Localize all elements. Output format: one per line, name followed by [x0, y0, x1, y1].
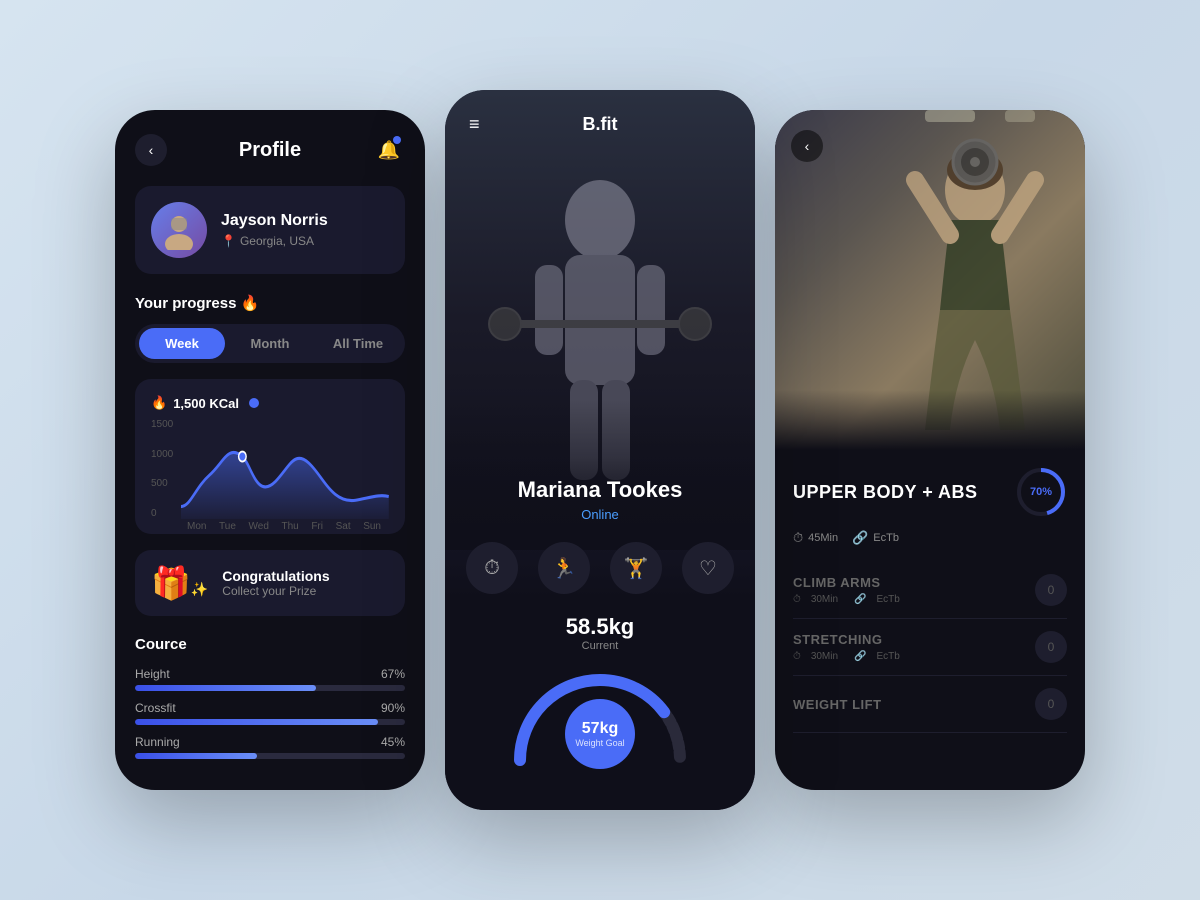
course-crossfit: Crossfit 90%: [135, 701, 405, 725]
exercise-climb-arms-meta: ⏱ 30Min 🔗 EcTb: [793, 594, 900, 605]
chart-svg: [181, 419, 389, 519]
notification-button[interactable]: 🔔: [373, 134, 405, 166]
chart-x-labels: Mon Tue Wed Thu Fri Sat Sun: [179, 521, 389, 532]
course-section: Cource Height 67% Crossfit 90% Running 4…: [135, 636, 405, 759]
exercise-weight-lift-name: WEIGHT LIFT: [793, 697, 882, 712]
tab-month[interactable]: Month: [227, 328, 313, 359]
congrats-info: Congratulations Collect your Prize: [222, 568, 329, 598]
goal-weight-value: 57kg: [582, 720, 618, 738]
flame-icon: 🔥: [151, 395, 167, 411]
progress-title: Your progress 🔥: [135, 294, 405, 312]
right-phone: ‹ UPPER BODY + ABS 70% ⏱ 45Min: [775, 110, 1085, 790]
profile-info: Jayson Norris 📍 Georgia, USA: [221, 212, 328, 248]
y-label-1000: 1000: [151, 449, 173, 460]
stretching-count: 0: [1035, 631, 1067, 663]
congrats-title: Congratulations: [222, 568, 329, 584]
menu-icon[interactable]: ≡: [469, 114, 480, 135]
workout-title: UPPER BODY + ABS: [793, 482, 978, 503]
heart-icon-btn[interactable]: ♡: [682, 542, 734, 594]
trainer-name: Mariana Tookes: [465, 477, 735, 503]
y-label-1500: 1500: [151, 419, 173, 430]
y-label-0: 0: [151, 508, 173, 519]
tab-group: Week Month All Time: [135, 324, 405, 363]
congrats-subtitle: Collect your Prize: [222, 584, 329, 598]
right-hero: ‹: [775, 110, 1085, 450]
profile-card: Jayson Norris 📍 Georgia, USA: [135, 186, 405, 274]
center-header: ≡ B.fit: [445, 114, 755, 135]
link-meta-icon: 🔗: [852, 530, 868, 546]
exercise-stretching[interactable]: STRETCHING ⏱ 30Min 🔗 EcTb 0: [793, 619, 1067, 676]
chart-container: 🔥 1,500 KCal 1500 1000 500 0: [135, 379, 405, 534]
weight-goal-circle: 57kg Weight Goal: [565, 699, 635, 769]
exercise-climb-arms[interactable]: CLIMB ARMS ⏱ 30Min 🔗 EcTb 0: [793, 562, 1067, 619]
progress-section: Your progress 🔥 Week Month All Time 🔥 1,…: [135, 294, 405, 534]
phones-container: ‹ Profile 🔔 Jayson Norris 📍 Georgia,: [115, 90, 1085, 810]
climb-link-icon: 🔗: [854, 594, 866, 605]
workout-meta: ⏱ 45Min 🔗 EcTb: [793, 530, 1067, 546]
chart-kcal-label: 🔥 1,500 KCal: [151, 395, 389, 411]
congrats-card[interactable]: 🎁✨ Congratulations Collect your Prize: [135, 550, 405, 616]
workout-title-row: UPPER BODY + ABS 70%: [793, 466, 1067, 518]
exercise-climb-arms-name: CLIMB ARMS: [793, 575, 900, 590]
current-weight: 58.5kg: [465, 614, 735, 640]
profile-location: 📍 Georgia, USA: [221, 234, 328, 248]
left-header: ‹ Profile 🔔: [135, 134, 405, 166]
center-content: Mariana Tookes Online ⏱ 🏃 🏋 ♡ 58.5kg Cur…: [445, 457, 755, 810]
center-phone: ≡ B.fit Mariana Tookes Online ⏱ 🏃 🏋 ♡ 58…: [445, 90, 755, 810]
gift-icon: 🎁✨: [151, 564, 208, 602]
weight-lift-count: 0: [1035, 688, 1067, 720]
hero-bg: [775, 110, 1085, 450]
timer-icon-btn[interactable]: ⏱: [466, 542, 518, 594]
tab-week[interactable]: Week: [139, 328, 225, 359]
stretch-link-icon: 🔗: [854, 651, 866, 662]
page-title: Profile: [239, 139, 301, 162]
climb-arms-count: 0: [1035, 574, 1067, 606]
exercise-weight-lift[interactable]: WEIGHT LIFT 0: [793, 676, 1067, 733]
meta-type: 🔗 EcTb: [852, 530, 899, 546]
location-icon: 📍: [221, 234, 236, 248]
lift-icon-btn[interactable]: 🏋: [610, 542, 662, 594]
weight-display: 58.5kg Current: [465, 614, 735, 652]
profile-name: Jayson Norris: [221, 212, 328, 230]
app-title: B.fit: [583, 114, 618, 135]
avatar: [151, 202, 207, 258]
timer-meta-icon: ⏱: [793, 530, 803, 546]
action-icons-row: ⏱ 🏃 🏋 ♡: [465, 542, 735, 594]
course-height: Height 67%: [135, 667, 405, 691]
trainer-status: Online: [465, 507, 735, 522]
weight-arc: 57kg Weight Goal: [465, 660, 735, 780]
ring-percentage: 70%: [1030, 486, 1052, 498]
exercise-stretching-name: STRETCHING: [793, 632, 900, 647]
course-running: Running 45%: [135, 735, 405, 759]
y-label-500: 500: [151, 478, 173, 489]
exercise-stretching-meta: ⏱ 30Min 🔗 EcTb: [793, 651, 900, 662]
right-back-btn[interactable]: ‹: [791, 130, 823, 162]
left-phone: ‹ Profile 🔔 Jayson Norris 📍 Georgia,: [115, 110, 425, 790]
right-content: UPPER BODY + ABS 70% ⏱ 45Min 🔗 EcTb: [775, 450, 1085, 749]
progress-ring: 70%: [1015, 466, 1067, 518]
course-title: Cource: [135, 636, 405, 653]
chart-dot: [249, 398, 259, 408]
stretch-timer-icon: ⏱: [793, 651, 801, 662]
run-icon-btn[interactable]: 🏃: [538, 542, 590, 594]
current-weight-label: Current: [465, 640, 735, 652]
climb-timer-icon: ⏱: [793, 594, 801, 605]
goal-weight-label: Weight Goal: [575, 738, 624, 748]
meta-duration: ⏱ 45Min: [793, 530, 838, 546]
notification-dot: [393, 136, 401, 144]
tab-alltime[interactable]: All Time: [315, 328, 401, 359]
back-button[interactable]: ‹: [135, 134, 167, 166]
